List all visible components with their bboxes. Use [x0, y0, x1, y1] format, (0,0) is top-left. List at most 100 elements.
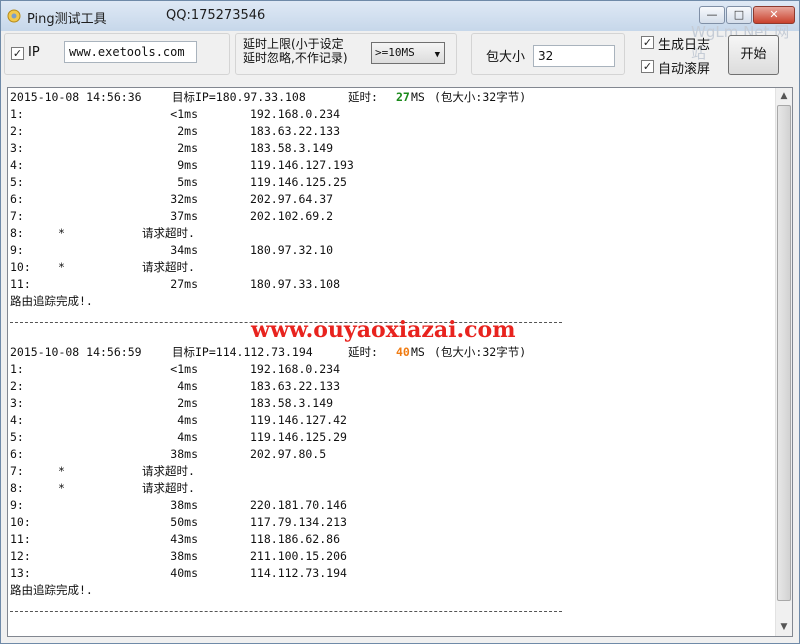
scrollbar-thumb[interactable] [777, 105, 791, 601]
hop-ip: 119.146.127.42 [250, 413, 347, 427]
hop-ip: 180.97.32.10 [250, 243, 334, 257]
hop-ip: 119.146.125.29 [250, 430, 347, 444]
window-title: Ping测试工具 [27, 12, 107, 27]
timeout-message: 请求超时. [142, 260, 195, 274]
trace-delay-value: 40 [396, 345, 410, 359]
trace-delay-value: 27 [396, 90, 410, 104]
trace-hop-row: 3: 2ms 183.58.3.149 [10, 140, 570, 157]
ping-app-icon [7, 9, 21, 23]
autoscroll-checkbox[interactable]: ✓ [641, 60, 654, 73]
ip-label: IP [28, 45, 40, 60]
dashed-separator [10, 611, 562, 612]
hop-ip: 117.79.134.213 [250, 515, 347, 529]
trace-target-ip: 目标IP=180.97.33.108 [172, 90, 306, 104]
timeout-star: * [58, 260, 65, 274]
maximize-icon: □ [733, 8, 745, 21]
ping-tool-window: Ping测试工具 QQ:175273546 WgLm.Net 网站 — □ ✕ … [0, 0, 800, 644]
hop-latency: 43ms [170, 532, 198, 546]
hop-latency: 40ms [170, 566, 198, 580]
hop-latency: 34ms [170, 243, 198, 257]
trace-hop-row: 6: 38ms 202.97.80.5 [10, 446, 570, 463]
trace-hop-row: 8: * 请求超时. [10, 225, 570, 242]
minimize-button[interactable]: — [699, 6, 725, 24]
trace-hop-row: 1: <1ms 192.168.0.234 [10, 361, 570, 378]
trace-datetime: 2015-10-08 14:56:59 [10, 345, 142, 359]
trace-hop-row: 2: 4ms 183.63.22.133 [10, 378, 570, 395]
toolbar: ✓ IP www.exetools.com 延时上限(小于设定 延时忽略,不作记… [1, 31, 799, 85]
trace-hop-row: 7: * 请求超时. [10, 463, 570, 480]
hop-ip: 220.181.70.146 [250, 498, 347, 512]
packet-size-input[interactable]: 32 [533, 45, 615, 67]
trace-hop-row: 6: 32ms 202.97.64.37 [10, 191, 570, 208]
title-bar[interactable]: Ping测试工具 QQ:175273546 WgLm.Net 网站 — □ ✕ [1, 1, 799, 62]
trace-hop-row: 11: 43ms 118.186.62.86 [10, 531, 570, 548]
hop-ip: 180.97.33.108 [250, 277, 341, 291]
trace-output[interactable]: 2015-10-08 14:56:36 目标IP=180.97.33.108 延时:… [7, 87, 793, 637]
hop-ip: 202.97.64.37 [250, 192, 334, 206]
trace-hop-row: 9: 34ms 180.97.32.10 [10, 242, 570, 259]
trace-complete: 路由追踪完成!. [10, 583, 93, 597]
minimize-icon: — [706, 8, 718, 21]
hop-latency: 9ms [177, 158, 198, 172]
close-button[interactable]: ✕ [753, 6, 795, 24]
hop-latency: <1ms [170, 362, 198, 376]
hop-ip: 114.112.73.194 [250, 566, 347, 580]
timeout-star: * [58, 226, 65, 240]
vertical-scrollbar[interactable]: ▲ ▼ [775, 88, 792, 636]
trace-hop-row: 8: * 请求超时. [10, 480, 570, 497]
hop-number: 10: [10, 260, 31, 274]
trace-delay-label: 延时: [348, 345, 378, 359]
hop-latency: 32ms [170, 192, 198, 206]
hop-number: 8: [10, 226, 24, 240]
ip-checkbox[interactable]: ✓ [11, 47, 24, 60]
delay-label-line1: 延时上限(小于设定 [243, 37, 344, 51]
hop-latency: 4ms [177, 379, 198, 393]
hop-number: 7: [10, 464, 24, 478]
hop-latency: 4ms [177, 430, 198, 444]
trace-packet-info: (包大小:32字节) [434, 345, 527, 359]
hop-latency: 27ms [170, 277, 198, 291]
close-icon: ✕ [769, 8, 779, 21]
download-site-watermark: www.ouyaoxiazai.com [251, 317, 516, 343]
maximize-button[interactable]: □ [726, 6, 752, 24]
trace-delay-unit: MS [411, 90, 425, 104]
hop-latency: 50ms [170, 515, 198, 529]
hop-latency: 38ms [170, 447, 198, 461]
chevron-down-icon: ▼ [434, 50, 440, 60]
trace-hop-row: 1: <1ms 192.168.0.234 [10, 106, 570, 123]
hop-latency: 4ms [177, 413, 198, 427]
trace-datetime: 2015-10-08 14:56:36 [10, 90, 142, 104]
autoscroll-label: 自动滚屏 [658, 62, 711, 77]
trace-hop-row: 7: 37ms 202.102.69.2 [10, 208, 570, 225]
hop-ip: 202.97.80.5 [250, 447, 327, 461]
trace-hop-row: 5: 5ms 119.146.125.25 [10, 174, 570, 191]
scroll-down-icon[interactable]: ▼ [776, 619, 792, 636]
delay-threshold-select[interactable]: >=10MS ▼ [371, 42, 445, 64]
hop-ip: 192.168.0.234 [250, 107, 341, 121]
trace-packet-info: (包大小:32字节) [434, 90, 527, 104]
log-checkbox[interactable]: ✓ [641, 36, 654, 49]
trace-hop-row: 12: 38ms 211.100.15.206 [10, 548, 570, 565]
trace-log: 2015-10-08 14:56:36 目标IP=180.97.33.108 延时:… [10, 89, 772, 629]
hop-latency: 2ms [177, 124, 198, 138]
hop-ip: 183.58.3.149 [250, 396, 334, 410]
hop-latency: <1ms [170, 107, 198, 121]
hop-ip: 119.146.127.193 [250, 158, 354, 172]
trace-hop-row: 10: 50ms 117.79.134.213 [10, 514, 570, 531]
hop-ip: 183.58.3.149 [250, 141, 334, 155]
hop-ip: 118.186.62.86 [250, 532, 341, 546]
scroll-up-icon[interactable]: ▲ [776, 88, 792, 105]
trace-hop-row: 10: * 请求超时. [10, 259, 570, 276]
trace-hop-row: 2: 2ms 183.63.22.133 [10, 123, 570, 140]
host-input[interactable]: www.exetools.com [64, 41, 197, 63]
hop-latency: 2ms [177, 396, 198, 410]
trace-hop-row: 4: 4ms 119.146.127.42 [10, 412, 570, 429]
log-label: 生成日志 [658, 38, 711, 53]
hop-latency: 5ms [177, 175, 198, 189]
start-button[interactable]: 开始 [728, 35, 779, 75]
trace-hop-row: 3: 2ms 183.58.3.149 [10, 395, 570, 412]
timeout-message: 请求超时. [142, 226, 195, 240]
trace-complete: 路由追踪完成!. [10, 294, 93, 308]
trace-hop-row: 13: 40ms 114.112.73.194 [10, 565, 570, 582]
hop-ip: 183.63.22.133 [250, 124, 341, 138]
